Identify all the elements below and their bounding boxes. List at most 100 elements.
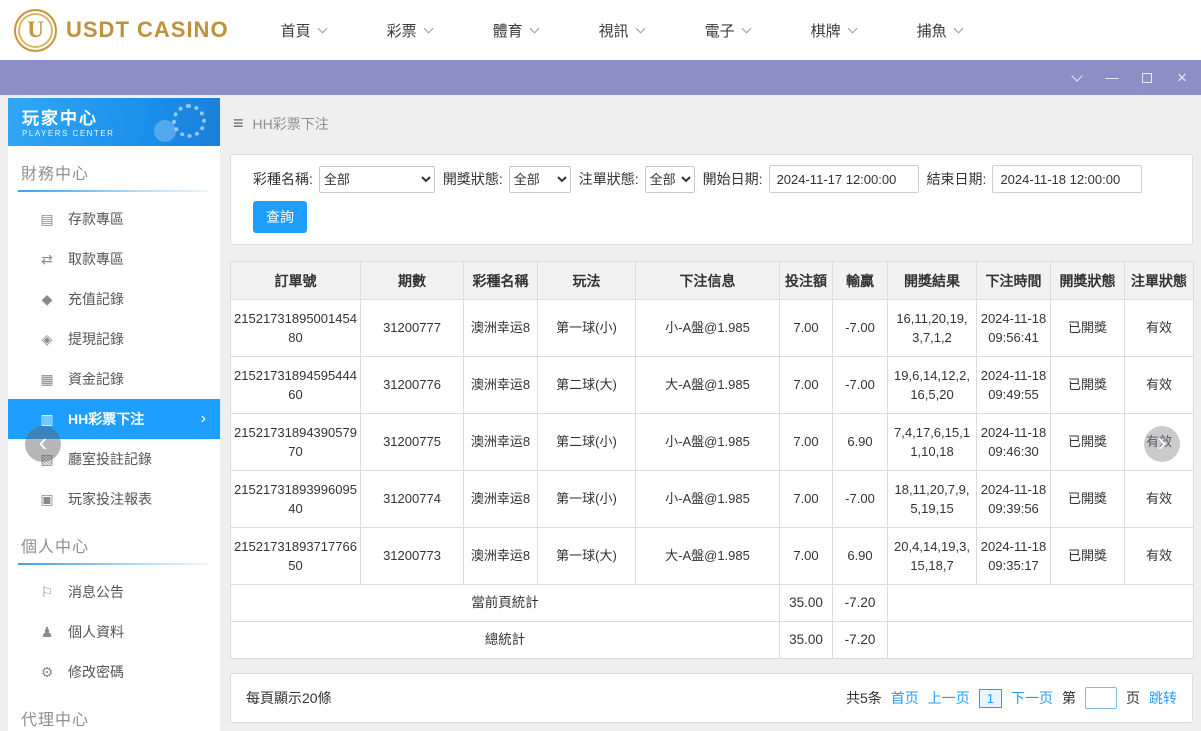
table-cell: 31200777 <box>360 299 464 357</box>
table-cell: 第二球(小) <box>537 413 636 471</box>
carousel-left-arrow[interactable]: ‹ <box>25 426 61 462</box>
table-cell: 已開獎 <box>1050 470 1125 528</box>
next-page-link[interactable]: 下一页 <box>1011 688 1053 708</box>
sidebar-item-label: 修改密碼 <box>68 664 124 680</box>
collapse-button[interactable] <box>1070 69 1084 86</box>
per-page-text: 每頁顯示20條 <box>246 690 332 706</box>
nav-item-label: 體育 <box>492 22 523 40</box>
column-header: 投注額 <box>779 261 833 300</box>
draw-status-select[interactable]: 全部 <box>508 165 571 193</box>
sidebar-item-label: 個人資料 <box>68 624 124 640</box>
sidebar-item-change-password[interactable]: ⚙ 修改密碼 <box>8 652 220 692</box>
end-date-input[interactable] <box>992 165 1143 193</box>
chevron-down-icon <box>423 23 434 33</box>
close-button[interactable]: × <box>1175 68 1189 87</box>
table-cell: 6.90 <box>832 527 888 585</box>
filter-actions: 查詢 <box>245 201 1178 233</box>
table-cell: 7,4,17,6,15,11,10,18 <box>887 413 977 471</box>
maximize-button[interactable] <box>1140 70 1154 86</box>
nav-item-sports[interactable]: 體育 <box>492 20 540 41</box>
table-cell: -7.00 <box>832 299 888 357</box>
nav-item-label: 視訊 <box>598 22 629 40</box>
prev-page-link[interactable]: 上一页 <box>928 688 970 708</box>
logo[interactable]: U USDT CASINO <box>14 8 229 52</box>
nav-item-fishing[interactable]: 捕魚 <box>917 20 964 41</box>
table-cell: 7.00 <box>779 470 833 528</box>
carousel-right-arrow[interactable]: › <box>1144 426 1180 462</box>
sidebar-item-announcements[interactable]: ⚐ 消息公告 <box>8 572 220 612</box>
table-cell: 已開獎 <box>1050 356 1125 414</box>
table-cell: 2024-11-18 09:39:56 <box>976 470 1051 528</box>
section-underline <box>18 190 208 192</box>
table-cell: 2024-11-18 09:56:41 <box>976 299 1051 357</box>
maximize-icon <box>1142 72 1152 83</box>
sidebar-item-label: 廳室投註記錄 <box>68 451 152 467</box>
table-row: 2152173189439057970 31200775 澳洲幸运8 第二球(小) 小-… <box>230 413 1194 471</box>
table-cell: 2152173189439057970 <box>230 413 361 471</box>
column-header: 開獎結果 <box>887 261 977 300</box>
start-date-label: 開始日期: <box>702 171 763 187</box>
search-button[interactable]: 查詢 <box>253 201 307 233</box>
page-jump-input[interactable] <box>1085 687 1117 709</box>
nav-item-live-video[interactable]: 視訊 <box>598 20 646 41</box>
start-date-input[interactable] <box>768 165 919 193</box>
table-cell: 2024-11-18 09:35:17 <box>976 527 1051 585</box>
table-cell: 6.90 <box>832 413 888 471</box>
bet-status-select[interactable]: 全部 <box>644 165 695 193</box>
sidebar-item-label: 存款專區 <box>68 211 124 227</box>
sidebar-item-recharge-record[interactable]: ◆ 充值記錄 <box>8 279 220 319</box>
arrow-left-icon: ‹ <box>38 427 48 457</box>
first-page-link[interactable]: 首页 <box>891 688 919 708</box>
withdrawal-record-icon: ◈ <box>41 330 53 347</box>
sidebar-section-finance-center: 財務中心 ▤ 存款專區 ⇄ 取款專區 ◆ 充值記錄 ◈ 提現記錄 ▦ 資金記錄 ▥ HH彩票下注 › ▧ 廳室… <box>8 146 220 519</box>
table-cell: 澳洲幸运8 <box>463 527 538 585</box>
nav-item-slots[interactable]: 電子 <box>705 20 752 41</box>
table-cell: -7.00 <box>832 470 888 528</box>
table-cell: 有效 <box>1124 527 1194 585</box>
bet-records-table: 訂單號 期數 彩種名稱 玩法 下注信息 投注額 輸贏 開獎結果 下注時間 開獎狀態 注單狀態 2152… <box>230 261 1194 659</box>
table-cell: 已開獎 <box>1050 413 1125 471</box>
table-cell: 2152173189459544460 <box>230 356 361 414</box>
sidebar-item-deposit-zone[interactable]: ▤ 存款專區 <box>8 199 220 239</box>
table-cell: 已開獎 <box>1050 527 1125 585</box>
nav-item-label: 棋牌 <box>810 22 841 40</box>
sidebar-item-label: 消息公告 <box>68 584 124 600</box>
withdraw-zone-icon: ⇄ <box>41 250 53 267</box>
nav-item-chess[interactable]: 棋牌 <box>810 20 858 41</box>
lottery-name-label: 彩種名稱: <box>253 171 313 187</box>
table-cell: 澳洲幸运8 <box>463 470 538 528</box>
current-page-indicator[interactable]: 1 <box>978 688 1002 708</box>
lottery-name-select[interactable]: 全部 <box>318 165 435 193</box>
profile-icon: ♟ <box>40 623 54 640</box>
table-cell: 7.00 <box>779 356 833 414</box>
section-underline <box>18 563 208 565</box>
arrow-right-icon: › <box>1157 427 1167 457</box>
sidebar-item-funds-record[interactable]: ▦ 資金記錄 <box>8 359 220 399</box>
summary-empty-cell <box>887 621 1194 659</box>
nav-item-label: 彩票 <box>386 22 417 40</box>
jump-link[interactable]: 跳转 <box>1149 688 1177 708</box>
sidebar-item-withdraw-zone[interactable]: ⇄ 取款專區 <box>8 239 220 279</box>
sidebar-item-profile[interactable]: ♟ 個人資料 <box>8 612 220 652</box>
sidebar-item-player-bet-report[interactable]: ▣ 玩家投注報表 <box>8 479 220 519</box>
nav-item-home[interactable]: 首頁 <box>281 20 328 41</box>
sidebar-item-withdrawal-record[interactable]: ◈ 提現記錄 <box>8 319 220 359</box>
column-header: 輸贏 <box>832 261 888 300</box>
minimize-button[interactable]: — <box>1105 70 1119 86</box>
table-cell: 澳洲幸运8 <box>463 356 538 414</box>
nav-item-lottery[interactable]: 彩票 <box>386 20 434 41</box>
menu-icon[interactable]: ≡ <box>233 113 244 134</box>
logo-text: USDT CASINO <box>66 17 229 42</box>
table-cell: 第二球(大) <box>537 356 636 414</box>
pagination-controls: 共5条 首页 上一页 1 下一页 第 页 跳转 <box>846 687 1177 709</box>
table-cell: 7.00 <box>779 413 833 471</box>
table-cell: 有效 <box>1124 470 1194 528</box>
summary-label: 總統計 <box>230 621 780 659</box>
table-row: 2152173189399609540 31200774 澳洲幸运8 第一球(小) 小-… <box>230 470 1194 528</box>
column-header: 下注時間 <box>976 261 1051 300</box>
table-cell: 31200776 <box>360 356 464 414</box>
draw-status-label: 開獎狀態: <box>442 171 503 187</box>
player-bet-report-icon: ▣ <box>40 490 54 507</box>
sidebar-item-label: 取款專區 <box>68 251 124 267</box>
chevron-down-icon <box>741 23 752 33</box>
